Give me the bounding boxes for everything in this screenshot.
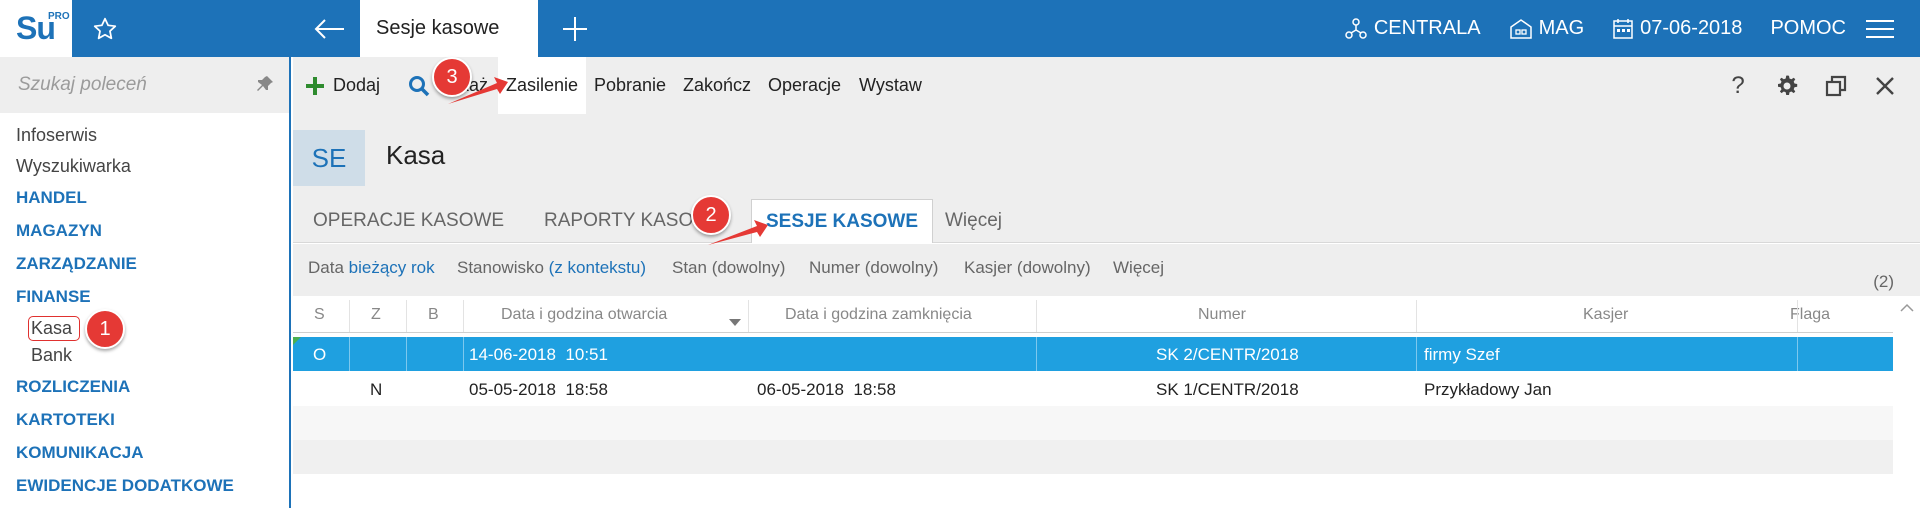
- annotation-arrows: [448, 77, 768, 245]
- annotation-badge-2: 2: [691, 195, 731, 235]
- annotation-badge-1: 1: [85, 309, 125, 349]
- annotation-badge-3: 3: [432, 57, 472, 97]
